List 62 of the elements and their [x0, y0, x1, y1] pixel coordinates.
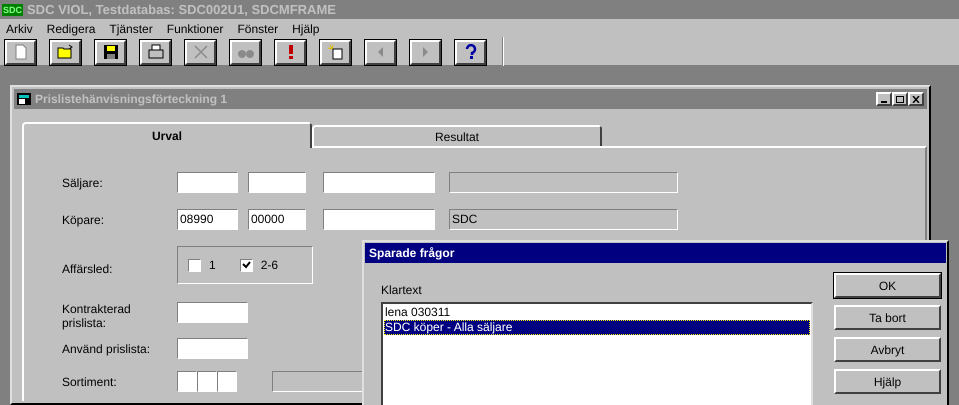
tab[interactable]: Resultat — [312, 125, 602, 148]
input-field[interactable] — [177, 172, 238, 193]
readonly-field[interactable] — [449, 172, 678, 193]
dialog-button[interactable]: OK — [834, 273, 941, 298]
checkmark-icon — [242, 261, 251, 269]
field-label: Köpare: — [62, 212, 106, 228]
list-item[interactable]: SDC köper - Alla säljare — [384, 320, 810, 335]
close-icon — [912, 96, 920, 102]
exclamation-icon — [288, 45, 292, 59]
right-triangle-icon — [423, 47, 428, 57]
tab[interactable]: Urval — [22, 122, 312, 148]
toolbar-button[interactable] — [455, 40, 486, 64]
maximize-button[interactable] — [892, 92, 908, 106]
dialog-button[interactable]: Ta bort — [834, 305, 941, 330]
window-title: SDC VIOL, Testdatabas: SDC002U1, SDCMFRAME — [27, 0, 336, 19]
menu-item[interactable]: Tjänster — [109, 20, 153, 38]
input-field[interactable] — [323, 209, 435, 230]
input-field[interactable]: 08990 — [177, 209, 238, 230]
readonly-field[interactable]: SDC — [449, 209, 678, 230]
toolbar-button[interactable] — [320, 40, 351, 64]
input-field[interactable] — [177, 371, 197, 392]
window-icon — [17, 93, 31, 105]
cross-icon — [192, 44, 210, 60]
list-item[interactable]: lena 030311 — [384, 305, 810, 320]
left-triangle-icon — [378, 47, 383, 57]
input-field[interactable] — [177, 338, 248, 359]
list-box[interactable]: lena 030311 SDC köper - Alla säljare — [381, 302, 813, 405]
toolbar-button[interactable] — [140, 40, 171, 64]
field-label: Säljare: — [62, 174, 104, 192]
menu-item[interactable]: Funktioner — [166, 20, 224, 38]
toolbar-button[interactable] — [95, 40, 126, 64]
input-field[interactable] — [217, 371, 237, 392]
menu-item[interactable]: Fönster — [237, 20, 278, 38]
field-label: Använd prislista: — [62, 340, 152, 358]
app-logo: SDC — [2, 4, 24, 16]
menu-item[interactable]: Redigera — [46, 20, 96, 38]
toolbar-button[interactable] — [5, 40, 36, 64]
printer-icon — [146, 44, 164, 60]
field-label: Sortiment: — [62, 374, 118, 390]
field-label: Kontrakterad prislista: — [62, 302, 132, 330]
input-field[interactable] — [197, 371, 217, 392]
list-label: Klartext — [381, 282, 423, 299]
close-button[interactable] — [908, 92, 924, 106]
checkbox[interactable]: 1 — [188, 256, 216, 274]
input-field[interactable] — [248, 172, 306, 193]
toolbar-button[interactable] — [50, 40, 81, 64]
field-label: Affärsled: — [62, 261, 114, 278]
dialog-button[interactable]: Hjälp — [834, 369, 941, 394]
child-window-title: Prislistehänvisningsförteckning 1 — [35, 91, 228, 108]
dialog-button[interactable]: Avbryt — [834, 337, 941, 362]
input-field[interactable]: 00000 — [248, 209, 306, 230]
maximize-icon — [896, 96, 904, 102]
document-sparkle-icon — [326, 44, 344, 60]
input-field[interactable] — [323, 172, 435, 193]
menu-item[interactable]: Hjälp — [292, 20, 320, 38]
toolbar-button[interactable] — [275, 40, 306, 64]
dialog-title: Sparade frågor — [369, 245, 454, 262]
minimize-button[interactable] — [876, 92, 892, 106]
folder-icon — [56, 44, 74, 60]
input-field[interactable] — [177, 302, 248, 323]
checkbox[interactable]: 2-6 — [240, 256, 278, 274]
menu-item[interactable]: Arkiv — [6, 20, 33, 38]
